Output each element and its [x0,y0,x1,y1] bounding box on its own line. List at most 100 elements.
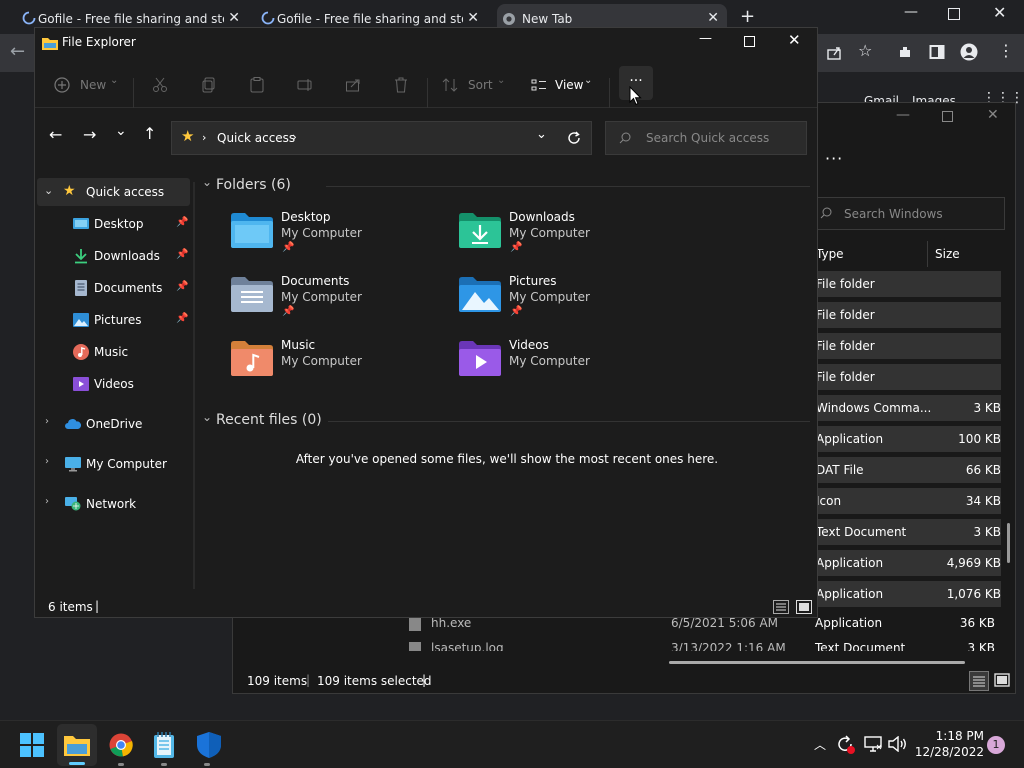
tiles-view-icon[interactable] [796,599,812,615]
column-header-type[interactable]: Type [816,247,844,261]
bookmark-star-icon[interactable]: ☆ [858,41,872,60]
horizontal-scrollbar[interactable] [669,661,965,664]
new-button[interactable]: New ⌄ [43,70,123,100]
details-view-icon[interactable] [969,671,989,691]
chevron-down-icon[interactable]: ⌄ [202,410,212,424]
forward-arrow-icon[interactable]: → [83,125,96,144]
volume-speaker-icon[interactable] [888,736,908,752]
maximize-icon[interactable] [942,111,953,122]
extensions-puzzle-icon[interactable] [897,44,913,60]
pin-icon[interactable]: 📌 [176,217,188,228]
folder-tile-videos[interactable]: Videos My Computer [459,338,679,392]
table-row[interactable]: Application 4,969 KB [816,550,1001,576]
paste-icon[interactable] [249,77,265,93]
address-dropdown-icon[interactable]: ⌄ [536,127,547,142]
sort-button[interactable]: Sort ⌄ [439,70,519,100]
tiles-view-icon[interactable] [993,671,1011,689]
breadcrumb-quick-access[interactable]: Quick access [217,131,295,145]
table-row[interactable]: Windows Comma... 3 KB [816,395,1001,421]
notepad-icon[interactable] [154,732,174,758]
sidebar-item-documents[interactable]: Documents 📌 [39,274,189,302]
chevron-right-icon[interactable]: › [45,496,49,507]
restore-icon[interactable] [948,8,960,20]
address-bar[interactable]: ★ › Quick access › ⌄ [171,121,592,155]
chevron-down-icon[interactable]: ⌄ [202,175,212,189]
minimize-icon[interactable]: — [904,4,918,20]
table-row[interactable]: File folder [816,333,1001,359]
search-quick-access-input[interactable]: Search Quick access [605,121,807,155]
folder-tile-documents[interactable]: Documents My Computer 📌 [231,274,451,328]
more-options-icon[interactable]: ··· [825,149,843,168]
notification-badge[interactable]: 1 [987,736,1005,754]
folder-tile-desktop[interactable]: Desktop My Computer 📌 [231,210,451,264]
back-arrow-icon[interactable]: ← [49,125,62,144]
close-icon[interactable]: ✕ [987,107,999,123]
sidebar-item-onedrive[interactable]: › OneDrive [39,410,189,438]
chrome-menu-icon[interactable]: ⋮ [998,41,1014,60]
table-row[interactable]: Application 1,076 KB [816,581,1001,607]
show-hidden-icons-chevron-icon[interactable]: ︿ [814,736,826,753]
sidebar-item-quick-access[interactable]: ⌄ ★ Quick access [37,178,190,206]
close-icon[interactable]: ✕ [707,10,719,26]
folder-tile-pictures[interactable]: Pictures My Computer 📌 [459,274,679,328]
table-row[interactable]: hh.exe 6/5/2021 5:06 AM Application 36 K… [409,616,1009,634]
profile-avatar-icon[interactable] [960,43,978,61]
side-panel-icon[interactable] [929,44,945,60]
recent-section-header[interactable]: ⌄ Recent files (0) [202,410,812,431]
recent-locations-chevron-icon[interactable]: ⌄ [115,123,127,139]
share-icon[interactable] [345,77,361,93]
vertical-scrollbar[interactable] [1007,523,1010,563]
breadcrumb-chevron-icon[interactable]: › [292,130,297,144]
table-row[interactable]: File folder [816,302,1001,328]
details-view-icon[interactable] [773,599,789,615]
rename-icon[interactable] [297,77,313,93]
close-icon[interactable]: ✕ [467,10,479,26]
clock-date[interactable]: 12/28/2022 [914,745,984,759]
chevron-right-icon[interactable]: › [45,456,49,467]
sidebar-item-downloads[interactable]: Downloads 📌 [39,242,189,270]
windows-security-shield-icon[interactable] [197,732,221,758]
up-arrow-icon[interactable]: ↑ [143,124,156,143]
pin-icon[interactable]: 📌 [176,281,188,292]
sidebar-item-music[interactable]: Music [39,338,189,366]
pin-icon[interactable]: 📌 [176,249,188,260]
chevron-right-icon[interactable]: › [45,416,49,427]
table-row[interactable]: File folder [816,271,1001,297]
refresh-icon[interactable] [567,131,581,145]
delete-trash-icon[interactable] [393,77,409,93]
table-row[interactable]: Icon 34 KB [816,488,1001,514]
pin-icon[interactable]: 📌 [176,313,188,324]
folder-tile-music[interactable]: Music My Computer [231,338,451,392]
sidebar-item-videos[interactable]: Videos [39,370,189,398]
sidebar-item-pictures[interactable]: Pictures 📌 [39,306,189,334]
copy-icon[interactable] [201,77,217,93]
minimize-icon[interactable]: — [699,31,712,46]
close-window-icon[interactable]: ✕ [993,3,1006,22]
chrome-icon[interactable] [109,733,133,757]
new-tab-plus-icon[interactable]: + [740,6,755,27]
chevron-down-icon[interactable]: ⌄ [44,184,53,197]
pane-divider[interactable] [193,182,195,589]
search-windows-input[interactable]: Search Windows [813,197,1005,230]
minimize-icon[interactable]: — [896,107,910,123]
folder-tile-downloads[interactable]: Downloads My Computer 📌 [459,210,679,264]
windows-start-icon[interactable] [20,733,44,757]
sidebar-item-network[interactable]: › Network [39,490,189,518]
close-icon[interactable]: ✕ [228,10,240,26]
column-header-size[interactable]: Size [935,247,960,261]
sidebar-item-desktop[interactable]: Desktop 📌 [39,210,189,238]
sync-error-icon[interactable] [836,735,856,755]
table-row[interactable]: DAT File 66 KB [816,457,1001,483]
sidebar-item-my-computer[interactable]: › My Computer [39,450,189,478]
file-explorer-taskbar-button[interactable] [57,724,97,766]
clock-time[interactable]: 1:18 PM [914,729,984,743]
network-display-icon[interactable] [864,736,882,752]
cut-icon[interactable] [152,77,168,93]
table-row[interactable]: lsasetup.log 3/13/2022 1:16 AM Text Docu… [409,641,1009,651]
view-button[interactable]: View ⌄ [528,70,608,100]
close-icon[interactable]: ✕ [788,31,801,49]
share-icon[interactable] [826,45,842,61]
folders-section-header[interactable]: ⌄ Folders (6) [202,175,812,196]
table-row[interactable]: Application 100 KB [816,426,1001,452]
table-row[interactable]: File folder [816,364,1001,390]
